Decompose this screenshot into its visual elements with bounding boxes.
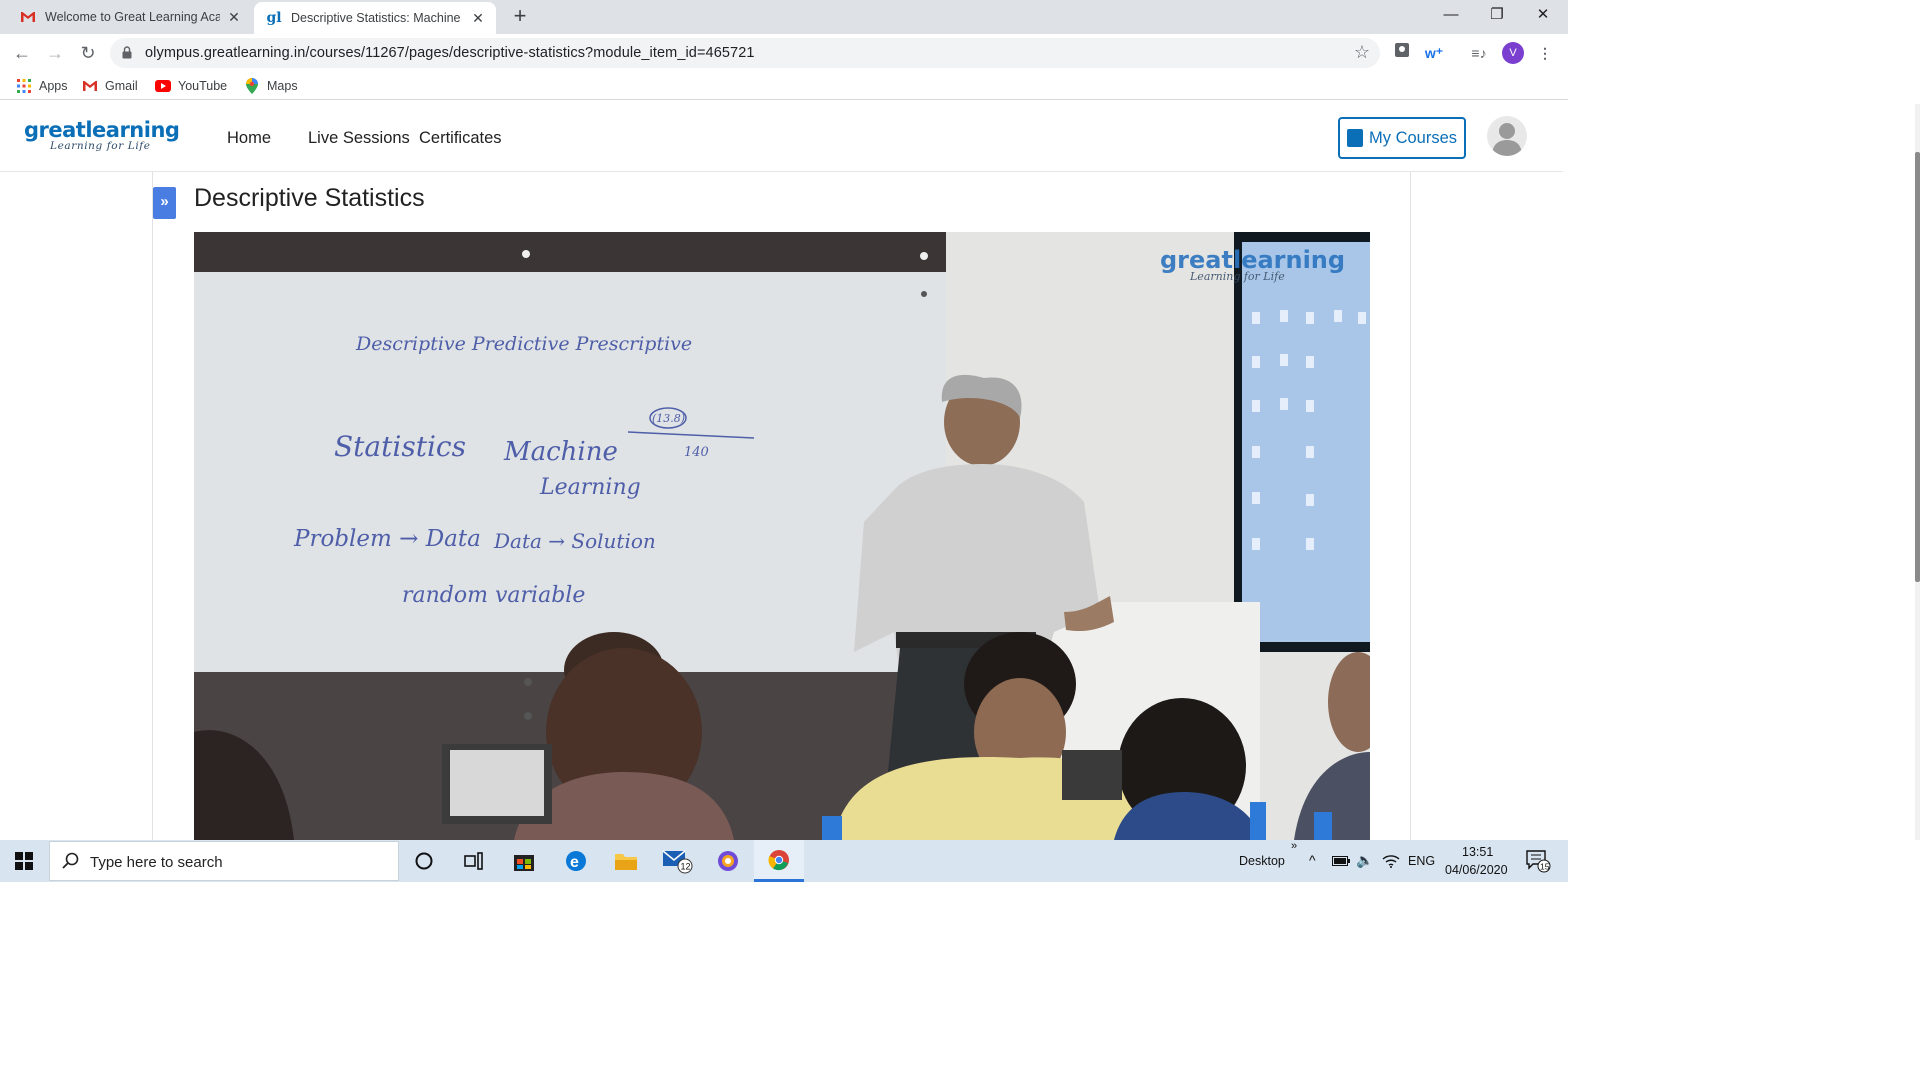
lock-icon <box>122 46 132 59</box>
svg-text:Learning: Learning <box>539 475 641 500</box>
search-placeholder: Type here to search <box>90 854 223 871</box>
task-view-icon[interactable] <box>450 840 498 882</box>
bookmark-apps[interactable]: Apps <box>16 77 68 95</box>
page-title: Descriptive Statistics <box>194 184 425 212</box>
apps-grid-icon <box>16 79 32 93</box>
mail-icon[interactable]: 12 <box>654 840 702 882</box>
tab-descriptive-statistics[interactable]: gl Descriptive Statistics: Machine Le ✕ <box>254 2 496 34</box>
volume-icon[interactable]: 🔈 <box>1356 852 1373 869</box>
greatlearning-icon: gl <box>266 10 282 26</box>
bookmark-gmail[interactable]: Gmail <box>82 77 138 95</box>
chrome-taskbar-icon[interactable] <box>754 840 804 882</box>
user-avatar[interactable] <box>1487 116 1527 156</box>
sidebar-toggle-button[interactable]: » <box>153 187 176 219</box>
my-courses-label: My Courses <box>1368 128 1458 147</box>
scrollbar-thumb[interactable] <box>1915 152 1920 582</box>
restore-icon[interactable]: ❐ <box>1474 0 1520 32</box>
gmail-icon <box>82 79 98 93</box>
nav-certificates[interactable]: Certificates <box>419 129 502 148</box>
brave-browser-icon[interactable] <box>704 840 752 882</box>
clock-date[interactable]: 04/06/2020 <box>1445 863 1508 877</box>
bookmark-label: YouTube <box>178 79 228 93</box>
new-tab-button[interactable]: + <box>508 4 532 28</box>
logo-wordmark: greatlearning <box>24 118 180 142</box>
svg-text:Statistics: Statistics <box>334 430 466 463</box>
windows-start-icon[interactable] <box>0 840 48 882</box>
svg-text:e: e <box>570 854 579 871</box>
main-content: » Descriptive Statistics Descriptive Pre… <box>0 172 1563 840</box>
svg-text:random variable: random variable <box>402 583 585 608</box>
media-queue-icon[interactable]: ≡♪ <box>1468 42 1490 64</box>
show-hidden-icons-icon[interactable]: ^ <box>1309 852 1316 868</box>
cortana-icon[interactable] <box>400 840 448 882</box>
logo-tagline: Learning for Life <box>50 140 151 152</box>
profile-avatar[interactable]: V <box>1502 42 1524 64</box>
bookmark-star-icon[interactable]: ☆ <box>1354 42 1370 63</box>
language-indicator[interactable]: ENG <box>1408 854 1435 868</box>
browser-toolbar: ← → ↻ olympus.greatlearning.in/courses/1… <box>0 34 1568 72</box>
bookmark-label: Gmail <box>105 79 138 93</box>
svg-text:Descriptive Predictive Prescri: Descriptive Predictive Prescriptive <box>355 333 692 355</box>
file-explorer-icon[interactable] <box>602 840 650 882</box>
url-text: olympus.greatlearning.in/courses/11267/p… <box>145 45 755 61</box>
svg-text:15: 15 <box>1540 862 1550 872</box>
video-frame: Descriptive Predictive Prescriptive (13.… <box>194 232 1370 840</box>
youtube-icon <box>155 79 171 93</box>
nav-home[interactable]: Home <box>227 129 271 148</box>
reload-icon[interactable]: ↻ <box>76 41 100 65</box>
action-center-icon[interactable]: 15 <box>1518 840 1558 882</box>
wordtune-extension-icon[interactable]: w⁺ <box>1423 42 1445 64</box>
svg-text:Machine: Machine <box>503 437 618 467</box>
svg-text:Problem → Data: Problem → Data <box>293 526 481 552</box>
lecture-video-player[interactable]: Descriptive Predictive Prescriptive (13.… <box>194 232 1370 840</box>
my-courses-button[interactable]: My Courses <box>1338 117 1466 159</box>
tab-gmail[interactable]: Welcome to Great Learning Acad ✕ <box>8 0 252 34</box>
close-tab-icon[interactable]: ✕ <box>226 9 242 25</box>
svg-text:140: 140 <box>684 445 709 460</box>
search-icon <box>62 852 79 869</box>
nav-live-sessions[interactable]: Live Sessions <box>308 129 410 148</box>
close-tab-icon[interactable]: ✕ <box>470 10 486 26</box>
bookmark-youtube[interactable]: YouTube <box>155 77 227 95</box>
microsoft-store-icon[interactable] <box>500 840 548 882</box>
svg-text:Learning for Life: Learning for Life <box>1189 270 1285 283</box>
windows-taskbar: Type here to search e 12 Desktop » ^ 🔈 E… <box>0 840 1568 882</box>
maps-pin-icon <box>244 78 260 94</box>
close-window-icon[interactable]: ✕ <box>1520 0 1566 32</box>
toolbar-overflow-icon[interactable]: » <box>1291 840 1297 852</box>
svg-text:(13.8): (13.8) <box>652 412 685 425</box>
svg-text:Data → Solution: Data → Solution <box>493 529 656 553</box>
svg-text:12: 12 <box>681 862 691 872</box>
tab-strip: Welcome to Great Learning Acad ✕ gl Desc… <box>0 0 1568 34</box>
book-icon <box>1346 129 1363 147</box>
battery-icon[interactable] <box>1326 840 1356 882</box>
site-header: greatlearning Learning for Life Home Liv… <box>0 104 1563 172</box>
menu-kebab-icon[interactable]: ⋮ <box>1534 42 1556 64</box>
desktop-toolbar-label[interactable]: Desktop <box>1239 854 1285 868</box>
taskbar-search-box[interactable]: Type here to search <box>49 841 399 881</box>
minimize-icon[interactable]: — <box>1428 0 1474 32</box>
back-icon[interactable]: ← <box>10 41 34 65</box>
page-scrollbar[interactable] <box>1915 104 1920 840</box>
wifi-icon[interactable] <box>1376 840 1406 882</box>
tab-title: Descriptive Statistics: Machine Le <box>291 11 464 25</box>
bookmarks-bar: Apps Gmail YouTube Maps <box>0 72 1568 100</box>
edge-icon[interactable]: e <box>552 840 600 882</box>
tab-title: Welcome to Great Learning Acad <box>45 10 220 24</box>
bookmark-maps[interactable]: Maps <box>244 77 298 95</box>
bookmark-label: Apps <box>39 79 68 93</box>
greatlearning-logo[interactable]: greatlearning Learning for Life <box>24 118 180 152</box>
clock-time[interactable]: 13:51 <box>1462 845 1493 859</box>
bookmark-label: Maps <box>267 79 298 93</box>
extension-icon[interactable] <box>1391 42 1413 64</box>
gmail-icon <box>20 9 36 25</box>
address-bar[interactable]: olympus.greatlearning.in/courses/11267/p… <box>110 38 1380 68</box>
forward-icon[interactable]: → <box>43 41 67 65</box>
